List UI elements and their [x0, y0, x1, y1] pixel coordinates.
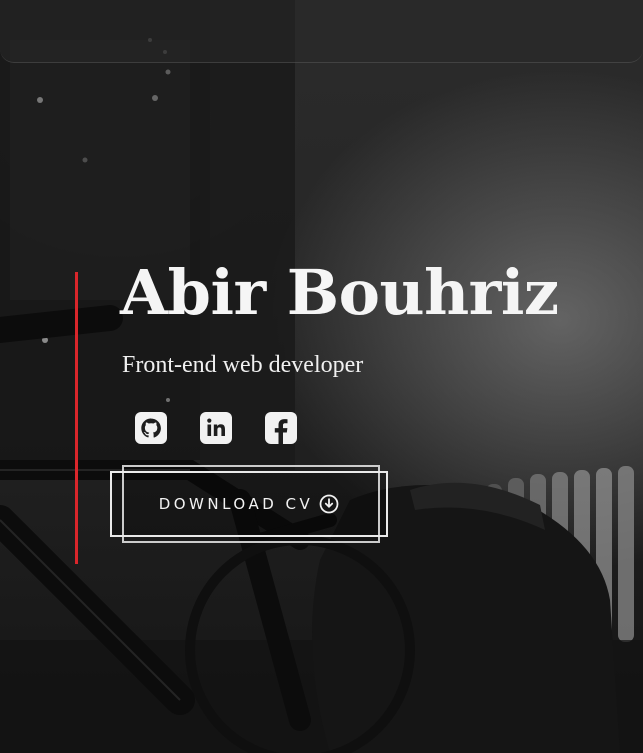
github-link[interactable] — [134, 411, 168, 445]
accent-line — [75, 272, 78, 564]
download-cv-label: DOWNLOAD CV — [158, 495, 314, 513]
hero-subtitle: Front-end web developer — [122, 352, 364, 378]
download-circle-icon — [319, 494, 339, 514]
facebook-icon — [265, 412, 297, 444]
facebook-link[interactable] — [264, 411, 298, 445]
hero-section: Abir Bouhriz Front-end web developer DOW… — [0, 0, 643, 753]
hero-name: Abir Bouhriz — [120, 256, 559, 329]
linkedin-link[interactable] — [199, 411, 233, 445]
social-links — [134, 411, 298, 445]
github-icon — [135, 412, 167, 444]
linkedin-icon — [200, 412, 232, 444]
download-cv-button[interactable]: DOWNLOAD CV — [110, 465, 388, 543]
top-nav-bar — [0, 0, 643, 63]
